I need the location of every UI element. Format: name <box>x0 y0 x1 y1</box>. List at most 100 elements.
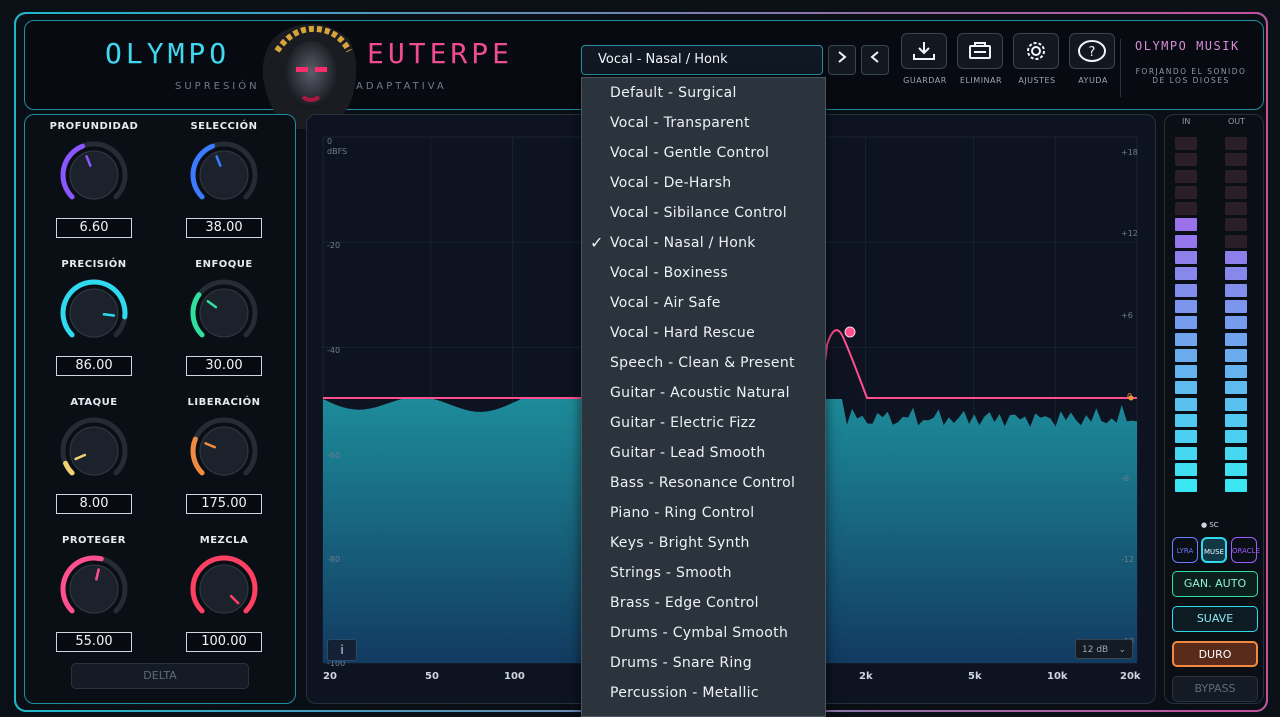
meter-segment <box>1225 462 1247 476</box>
meter-segment <box>1175 202 1197 216</box>
preset-option[interactable]: Bass - Resonance Control <box>582 468 825 498</box>
next-preset-button[interactable] <box>828 45 856 75</box>
tagline-line-2: DE LOS DIOSES <box>1152 76 1230 85</box>
help-button[interactable]: ? AYUDA <box>1069 33 1117 85</box>
preset-option[interactable]: Percussion - Metallic <box>582 678 825 708</box>
preset-option[interactable]: ✓ Vocal - Nasal / Honk <box>582 228 825 258</box>
checkmark-icon: ✓ <box>590 233 604 252</box>
settings-button[interactable]: AJUSTES <box>1013 33 1061 85</box>
meter-segment <box>1225 267 1247 281</box>
maker-tagline: FORJANDO EL SONIDO DE LOS DIOSES <box>1135 67 1247 85</box>
preset-option[interactable]: Vocal - Hard Rescue <box>582 318 825 348</box>
knob-dial[interactable] <box>189 140 259 210</box>
knob-value[interactable]: 30.00 <box>186 356 262 376</box>
preset-option[interactable]: Vocal - Transparent <box>582 108 825 138</box>
meter-segment <box>1225 137 1247 150</box>
knob-precision[interactable]: PRECISIÓN 86.00 <box>39 259 149 376</box>
knob-proteger[interactable]: PROTEGER 55.00 <box>39 535 149 652</box>
knob-value[interactable]: 38.00 <box>186 218 262 238</box>
knob-value[interactable]: 55.00 <box>56 632 132 652</box>
preset-option[interactable]: Default - Surgical <box>582 78 825 108</box>
mode-lyra-button[interactable]: LYRA <box>1172 537 1198 563</box>
y-label-left: 0 <box>327 137 333 146</box>
preset-option[interactable]: Guitar - Lead Smooth <box>582 438 825 468</box>
delta-button[interactable]: DELTA <box>71 663 249 689</box>
knob-value[interactable]: 175.00 <box>186 494 262 514</box>
knob-ataque[interactable]: ATAQUE 8.00 <box>39 397 149 514</box>
knob-profundidad[interactable]: PROFUNDIDAD 6.60 <box>39 121 149 238</box>
mode-muse-button[interactable]: MUSE <box>1201 537 1227 563</box>
preset-option[interactable]: Vocal - Boxiness <box>582 258 825 288</box>
preset-option[interactable]: Strings - Smooth <box>582 558 825 588</box>
meter-segment <box>1175 169 1197 183</box>
preset-option[interactable]: Piano - Ring Control <box>582 498 825 528</box>
y-unit: dBFS <box>327 147 348 156</box>
x-label: 2k <box>859 671 873 682</box>
preset-option[interactable]: Drums - Snare Ring <box>582 648 825 678</box>
knob-value[interactable]: 8.00 <box>56 494 132 514</box>
y-label-right: +12 <box>1121 229 1138 238</box>
meter-segment <box>1175 332 1197 346</box>
soft-mode-button[interactable]: SUAVE <box>1172 606 1258 632</box>
preset-dropdown-menu[interactable]: Default - Surgical Vocal - Transparent Voc… <box>581 77 826 717</box>
hard-mode-button[interactable]: DURO <box>1172 641 1258 667</box>
info-button[interactable]: i <box>327 639 357 661</box>
preset-option[interactable]: Guitar - Acoustic Natural <box>582 378 825 408</box>
meter-segment <box>1175 137 1197 150</box>
meter-segment <box>1175 414 1197 428</box>
meter-segment <box>1225 414 1247 428</box>
zoom-range-select[interactable]: 12 dB ⌄ <box>1075 639 1133 659</box>
bypass-button[interactable]: BYPASS <box>1172 676 1258 702</box>
knob-body <box>69 150 119 200</box>
knob-value[interactable]: 6.60 <box>56 218 132 238</box>
knob-enfoque[interactable]: ENFOQUE 30.00 <box>169 259 279 376</box>
preset-option[interactable]: Vocal - Gentle Control <box>582 138 825 168</box>
preset-option[interactable]: Vocal - De-Harsh <box>582 168 825 198</box>
meter-segment <box>1175 365 1197 379</box>
y-label-left: -60 <box>327 451 341 460</box>
meter-segment <box>1225 234 1247 248</box>
knob-seleccion[interactable]: SELECCIÓN 38.00 <box>169 121 279 238</box>
input-level-meter <box>1175 137 1197 496</box>
chevron-right-icon <box>838 51 847 63</box>
knob-dial[interactable] <box>59 278 129 348</box>
meter-segment <box>1225 332 1247 346</box>
preset-option[interactable]: Guitar - Electric Fizz <box>582 408 825 438</box>
knob-dial[interactable] <box>189 416 259 486</box>
preset-option[interactable]: Vocal - Air Safe <box>582 288 825 318</box>
meter-segment <box>1175 185 1197 199</box>
meter-segment <box>1225 202 1247 216</box>
knob-value[interactable]: 86.00 <box>56 356 132 376</box>
preset-option[interactable]: Speech - Clean & Present <box>582 348 825 378</box>
prev-preset-button[interactable] <box>861 45 889 75</box>
knob-body <box>69 564 119 614</box>
knob-dial[interactable] <box>59 140 129 210</box>
sidechain-indicator[interactable]: ● SC <box>1201 521 1219 529</box>
help-icon: ? <box>1078 40 1106 62</box>
save-button[interactable]: GUARDAR <box>901 33 949 85</box>
auto-gain-button[interactable]: GAN. AUTO <box>1172 571 1258 597</box>
preset-option[interactable]: Brass - Edge Control <box>582 588 825 618</box>
preset-option-label: Speech - Clean & Present <box>610 355 795 371</box>
knob-mezcla[interactable]: MEZCLA 100.00 <box>169 535 279 652</box>
knob-value[interactable]: 100.00 <box>186 632 262 652</box>
knob-dial[interactable] <box>189 278 259 348</box>
delete-button[interactable]: ELIMINAR <box>957 33 1005 85</box>
meter-segment <box>1175 348 1197 362</box>
preset-selector[interactable]: Vocal - Nasal / Honk <box>581 45 823 75</box>
preset-option[interactable]: Keys - Bright Synth <box>582 528 825 558</box>
mode-oracle-button[interactable]: ORACLE <box>1231 537 1260 563</box>
preset-option[interactable]: Drums - Cymbal Smooth <box>582 618 825 648</box>
preset-option-label: Piano - Ring Control <box>610 505 755 521</box>
delete-label: ELIMINAR <box>959 76 1003 85</box>
preset-option[interactable]: Vocal - Sibilance Control <box>582 198 825 228</box>
sidechain-label: SC <box>1209 521 1219 529</box>
meter-segment <box>1225 283 1247 297</box>
knob-liberacion[interactable]: LIBERACIÓN 175.00 <box>169 397 279 514</box>
knob-dial[interactable] <box>59 416 129 486</box>
knob-dial[interactable] <box>189 554 259 624</box>
preset-option-label: Vocal - Boxiness <box>610 265 728 281</box>
maker-name: OLYMPO MUSIK <box>1135 39 1240 53</box>
x-label: 20k <box>1120 671 1141 682</box>
knob-dial[interactable] <box>59 554 129 624</box>
